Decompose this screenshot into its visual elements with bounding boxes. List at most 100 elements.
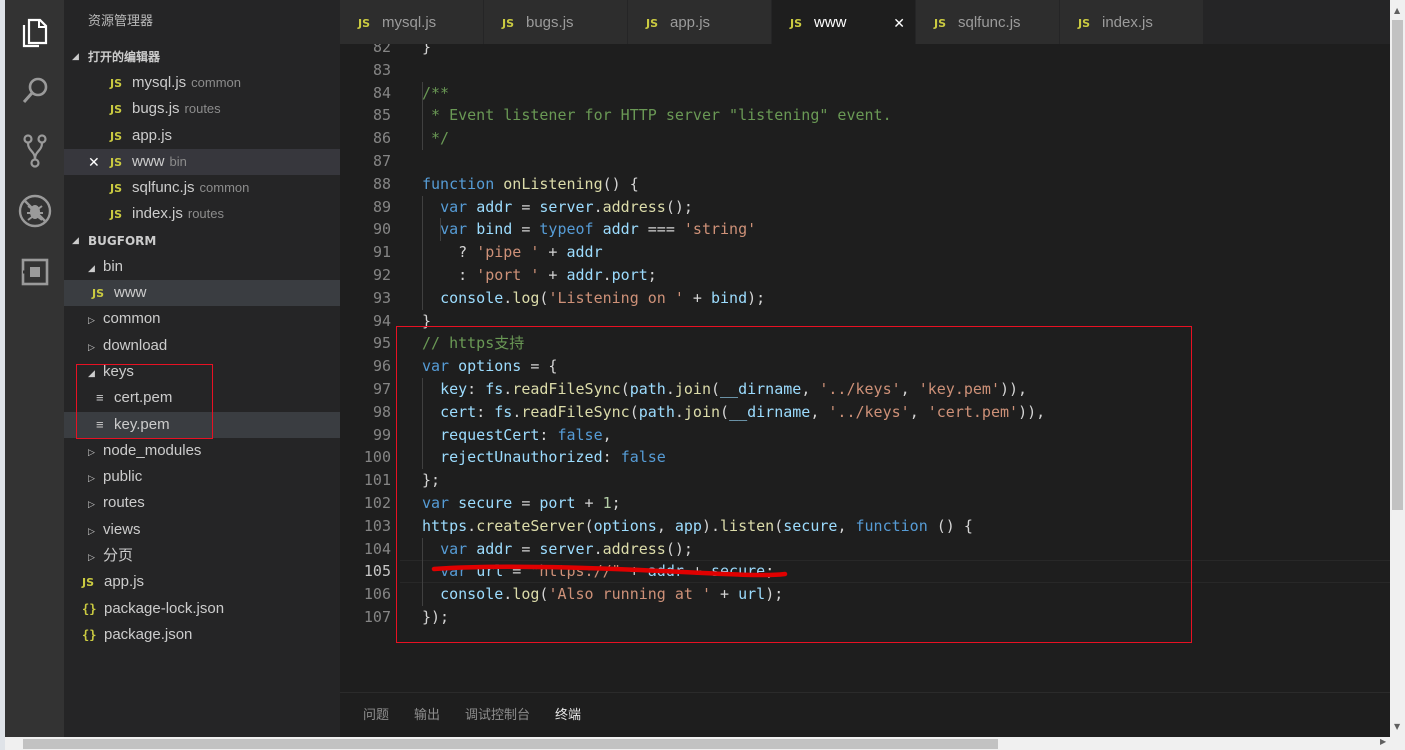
tab-www[interactable]: JS www ✕ xyxy=(772,0,916,44)
window-vertical-scrollbar[interactable]: ▲ ▼ xyxy=(1390,0,1405,737)
line-number: 97 xyxy=(372,380,391,398)
code-editor[interactable]: 82 83 84 85 86 87 88 89 90 91 92 93 94 95 96 97 98 99 100 1… xyxy=(340,44,1390,692)
code-token: addr xyxy=(566,266,603,284)
code-token: port xyxy=(611,266,648,284)
line-number: 87 xyxy=(372,152,391,170)
debug-icon[interactable] xyxy=(5,186,64,236)
tab-bugs[interactable]: JS bugs.js xyxy=(484,0,628,44)
code-token: /** xyxy=(422,83,450,102)
code-line[interactable]: var bind = typeof addr === 'string' xyxy=(422,218,756,241)
code-token: ? xyxy=(422,243,477,262)
vertical-scroll-thumb[interactable] xyxy=(1392,20,1403,510)
js-file-icon: JS xyxy=(790,17,803,30)
tree-file-www[interactable]: JS www xyxy=(64,280,340,307)
code-token: () { xyxy=(602,174,639,193)
open-editor-bugs[interactable]: JS bugs.js routes xyxy=(64,96,340,122)
chevron-right-icon: ▷ xyxy=(88,499,95,510)
tab-index[interactable]: JS index.js xyxy=(1060,0,1204,44)
window-horizontal-scrollbar[interactable]: ▶ xyxy=(5,737,1405,750)
scroll-up-icon[interactable]: ▲ xyxy=(1394,6,1400,15)
code-token: . xyxy=(602,266,612,284)
code-token: addr xyxy=(476,197,513,216)
tree-folder-public[interactable]: ▷ public xyxy=(64,464,340,490)
tree-folder-views[interactable]: ▷ views xyxy=(64,517,340,543)
code-token: var xyxy=(440,220,477,239)
line-number: 107 xyxy=(363,608,391,626)
horizontal-scroll-thumb[interactable] xyxy=(23,739,998,749)
tree-folder-download[interactable]: ▷ download xyxy=(64,333,340,359)
open-editor-index[interactable]: JS index.js routes xyxy=(64,201,340,227)
code-line[interactable]: var addr = server.address(); xyxy=(422,196,693,219)
line-number: 98 xyxy=(372,402,391,421)
code-token: addr xyxy=(566,243,603,262)
close-icon[interactable]: ✕ xyxy=(88,149,100,175)
code-line[interactable]: * Event listener for HTTP server "listen… xyxy=(422,104,892,127)
search-icon[interactable] xyxy=(5,66,64,116)
line-number: 90 xyxy=(372,220,391,239)
js-file-icon: JS xyxy=(502,17,515,30)
tree-folder-bin[interactable]: ◢ bin xyxy=(64,254,340,280)
code-token: */ xyxy=(422,129,450,148)
tree-folder-routes[interactable]: ▷ routes xyxy=(64,490,340,516)
panel-tab-problems[interactable]: 问题 xyxy=(363,693,389,738)
chevron-right-icon: ▷ xyxy=(88,552,95,563)
tab-mysql[interactable]: JS mysql.js xyxy=(340,0,484,44)
open-editors-label: 打开的编辑器 xyxy=(88,50,161,64)
close-tab-icon[interactable]: ✕ xyxy=(893,0,905,46)
code-token: . xyxy=(593,197,603,216)
js-file-icon: JS xyxy=(92,287,105,301)
code-line[interactable]: } xyxy=(422,44,431,59)
project-header[interactable]: ◢ BUGFORM xyxy=(64,228,340,254)
line-number: 96 xyxy=(372,357,391,376)
panel-tab-terminal[interactable]: 终端 xyxy=(555,693,581,738)
tree-file-package-lock[interactable]: {} package-lock.json xyxy=(64,596,340,622)
line-number: 92 xyxy=(372,266,391,284)
code-token: onListening xyxy=(503,174,603,193)
scroll-right-icon[interactable]: ▶ xyxy=(1380,737,1386,746)
open-editor-mysql[interactable]: JS mysql.js common xyxy=(64,70,340,96)
tree-folder-common[interactable]: ▷ common xyxy=(64,306,340,332)
https-highlight-box xyxy=(396,326,1192,643)
line-number: 106 xyxy=(363,585,391,604)
code-line[interactable]: ? 'pipe ' + addr xyxy=(422,241,603,264)
scroll-down-icon[interactable]: ▼ xyxy=(1394,722,1400,731)
source-control-icon[interactable] xyxy=(5,126,64,176)
line-number: 91 xyxy=(372,243,391,262)
js-file-icon: JS xyxy=(110,208,123,222)
code-token: bind xyxy=(476,220,513,239)
open-editor-app[interactable]: JS app.js xyxy=(64,123,340,149)
code-token: server xyxy=(539,197,594,216)
panel-tab-debug-console[interactable]: 调试控制台 xyxy=(465,693,530,738)
open-editor-www[interactable]: ✕ JS www bin xyxy=(64,148,340,176)
code-line[interactable]: : 'port ' + addr.port; xyxy=(422,264,657,287)
extensions-icon[interactable] xyxy=(5,247,64,297)
code-token: ; xyxy=(647,266,657,284)
code-token: === xyxy=(638,220,684,239)
tab-app[interactable]: JS app.js xyxy=(628,0,772,44)
code-token: = xyxy=(512,220,540,239)
code-line[interactable]: function onListening() { xyxy=(422,173,639,196)
tree-folder-pagination[interactable]: ▷ 分页 xyxy=(64,543,340,569)
chevron-right-icon: ▷ xyxy=(88,315,95,326)
line-number: 99 xyxy=(372,425,391,444)
js-file-icon: JS xyxy=(110,77,123,90)
code-line[interactable]: /** xyxy=(422,82,449,105)
tab-sqlfunc[interactable]: JS sqlfunc.js xyxy=(916,0,1060,44)
code-token: + xyxy=(683,288,711,307)
tree-file-package-json[interactable]: {} package.json xyxy=(64,622,340,648)
code-line[interactable]: */ xyxy=(422,127,449,150)
open-editor-sqlfunc[interactable]: JS sqlfunc.js common xyxy=(64,175,340,201)
project-label: BUGFORM xyxy=(88,233,157,248)
panel-tab-output[interactable]: 输出 xyxy=(414,693,440,738)
json-file-icon: {} xyxy=(82,601,97,616)
open-editors-header[interactable]: ◢ 打开的编辑器 xyxy=(64,44,340,70)
line-number: 105 xyxy=(363,562,391,581)
code-token: address xyxy=(602,197,666,216)
files-icon[interactable] xyxy=(5,8,64,58)
tree-file-app-js[interactable]: JS app.js xyxy=(64,569,340,595)
code-line[interactable]: console.log('Listening on ' + bind); xyxy=(422,287,765,310)
line-number: 101 xyxy=(363,471,391,490)
code-token: } xyxy=(422,44,432,56)
tree-folder-node-modules[interactable]: ▷ node_modules xyxy=(64,438,340,464)
